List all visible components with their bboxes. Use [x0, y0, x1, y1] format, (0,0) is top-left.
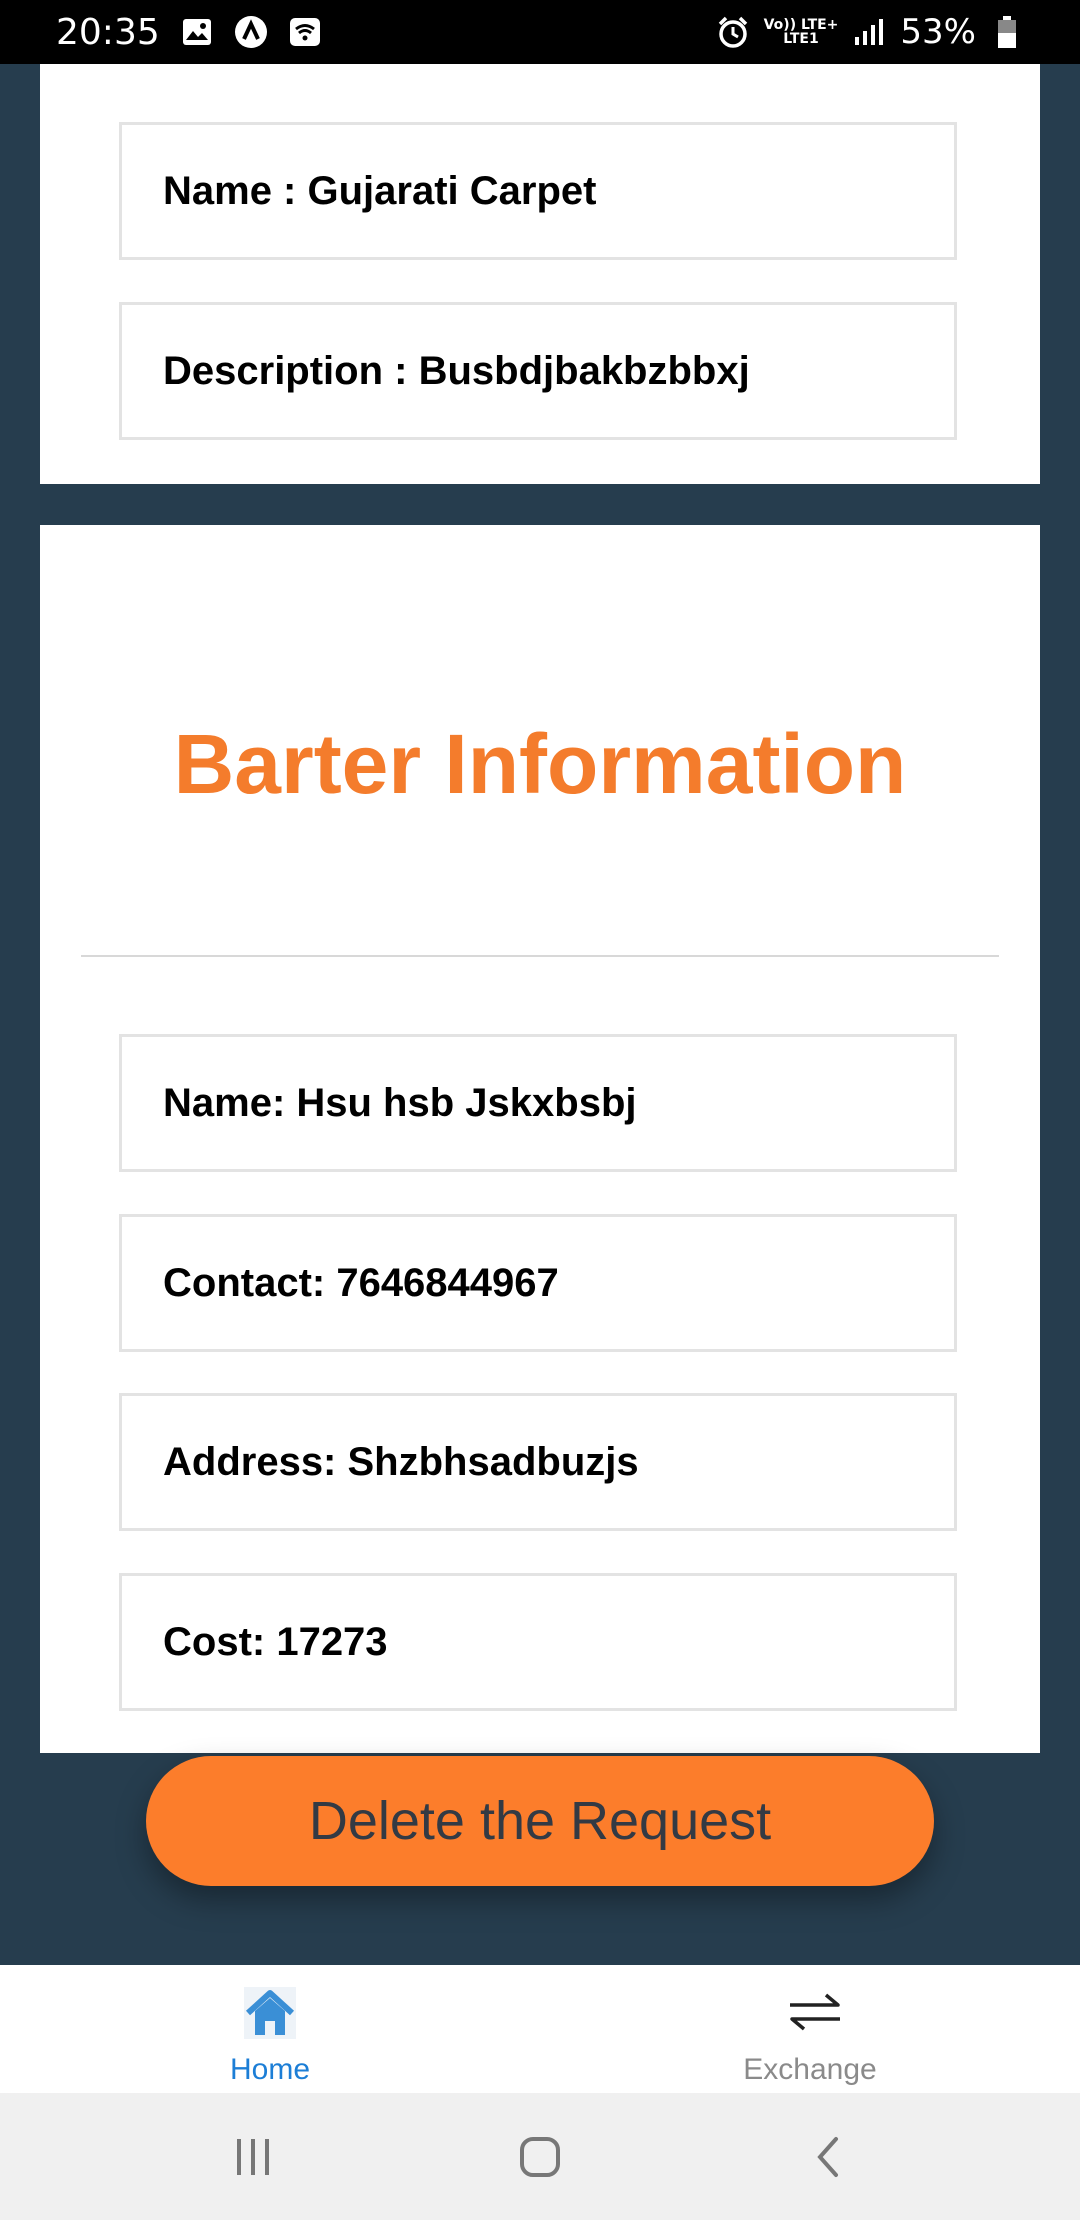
barter-address-field: Address: Shzbhsadbuzjs [119, 1393, 957, 1531]
network-indicator: Vo)) LTE+ LTE1 [764, 18, 839, 46]
back-button[interactable] [787, 2117, 867, 2197]
battery-percent: 53% [900, 12, 976, 52]
item-name: Name : Gujarati Carpet [163, 168, 597, 213]
home-nav-icon [519, 2136, 560, 2177]
gallery-icon [180, 15, 214, 49]
section-divider [81, 955, 999, 957]
barter-contact: Contact: 7646844967 [163, 1260, 559, 1305]
exchange-icon [782, 1985, 840, 2041]
app-notification-icon [234, 15, 268, 49]
barter-contact-field: Contact: 7646844967 [119, 1214, 957, 1352]
home-icon [242, 1985, 298, 2041]
wifi-icon [288, 15, 322, 49]
alarm-icon [716, 15, 750, 49]
item-description-field: Description : Busbdjbakbzbbxj [119, 302, 957, 440]
tab-exchange[interactable]: Exchange [540, 1965, 1080, 2093]
barter-name: Name: Hsu hsb Jskxbsbj [163, 1080, 637, 1125]
system-nav-bar [0, 2093, 1080, 2220]
tab-exchange-label: Exchange [743, 2053, 877, 2086]
tab-home-label: Home [229, 2053, 311, 2086]
bottom-tab-bar: Home Exchange [0, 1965, 1080, 2093]
recent-apps-button[interactable] [213, 2117, 293, 2197]
barter-cost: Cost: 17273 [163, 1619, 388, 1664]
barter-address: Address: Shzbhsadbuzjs [163, 1439, 639, 1484]
home-nav-button[interactable] [500, 2117, 580, 2197]
status-time: 20:35 [56, 11, 160, 53]
barter-name-field: Name: Hsu hsb Jskxbsbj [119, 1034, 957, 1172]
item-description: Description : Busbdjbakbzbbxj [163, 348, 750, 393]
back-icon [816, 2136, 838, 2177]
item-name-field: Name : Gujarati Carpet [119, 122, 957, 260]
delete-request-button[interactable]: Delete the Request [146, 1756, 934, 1886]
battery-icon [990, 15, 1024, 49]
signal-icon [852, 15, 886, 49]
item-details-card: Name : Gujarati Carpet Description : Bus… [40, 64, 1040, 484]
status-bar: 20:35 Vo)) LTE+ LTE1 53% [0, 0, 1080, 64]
recent-apps-icon [237, 2138, 270, 2175]
network-sub-label: LTE1 [783, 31, 819, 47]
barter-cost-field: Cost: 17273 [119, 1573, 957, 1711]
network-label: Vo)) LTE+ [763, 17, 839, 33]
barter-info-card: Barter Information Name: Hsu hsb Jskxbsb… [40, 525, 1040, 1753]
barter-section-title: Barter Information [173, 717, 907, 811]
tab-home[interactable]: Home [0, 1965, 540, 2093]
